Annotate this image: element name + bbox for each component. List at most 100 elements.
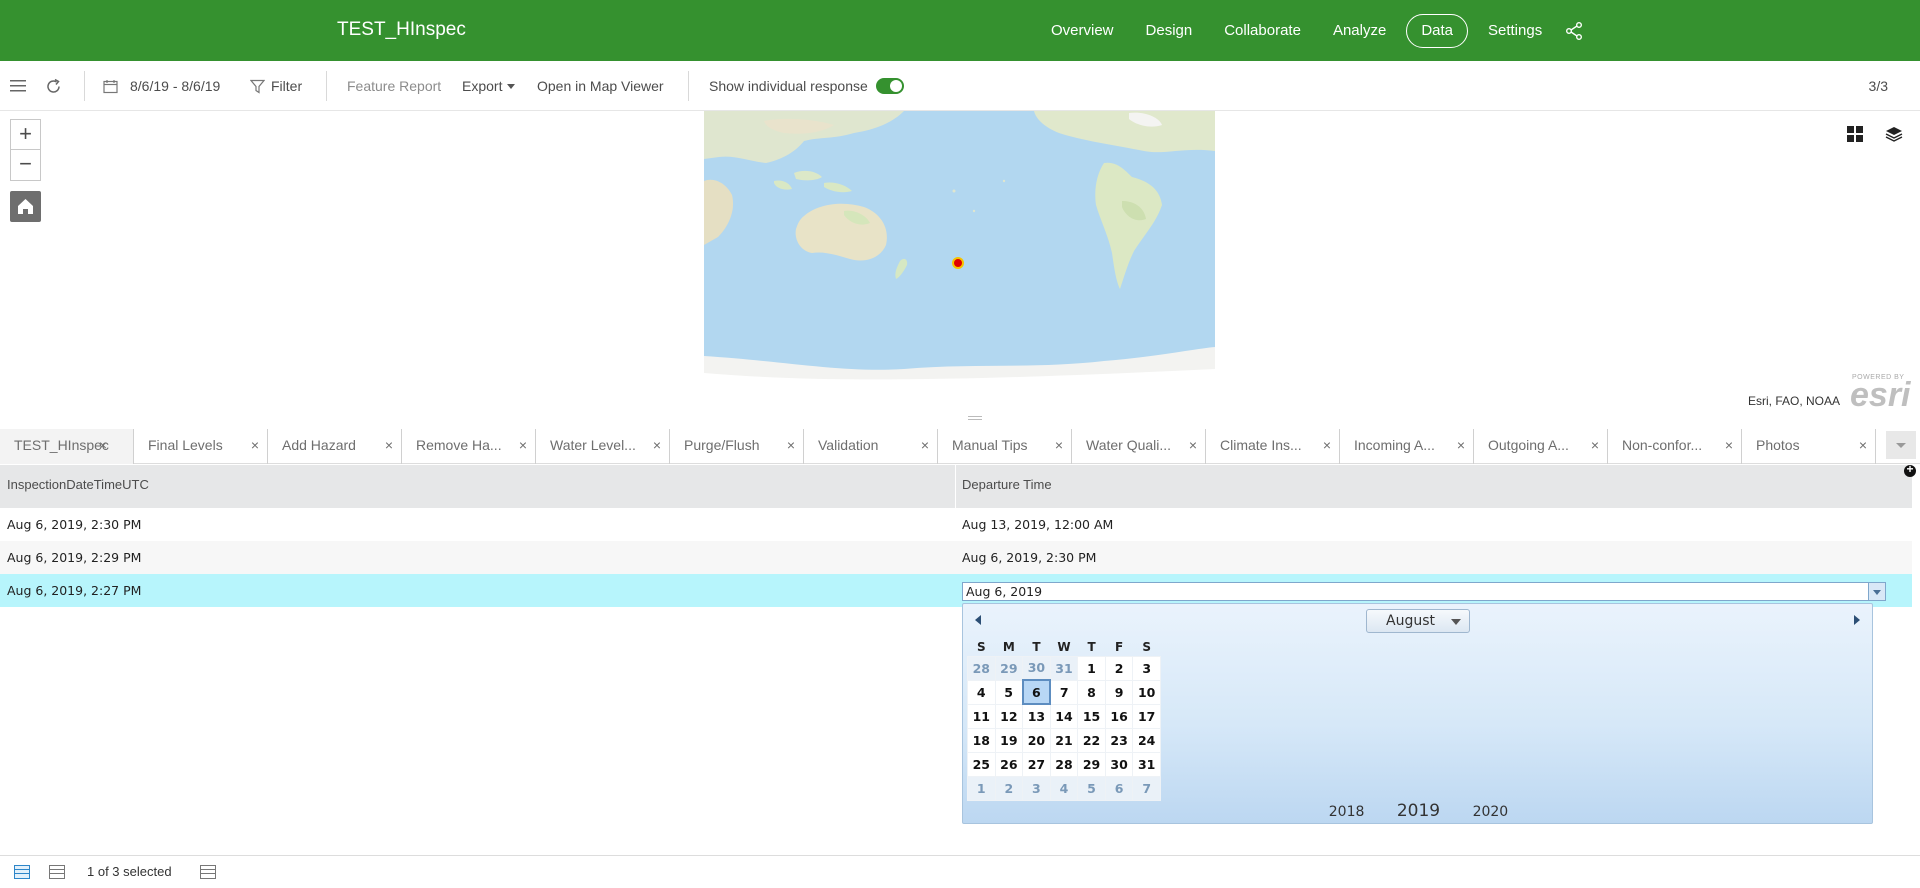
calendar-day[interactable]: 5: [1077, 775, 1106, 801]
calendar-day[interactable]: 23: [1104, 727, 1134, 753]
close-icon[interactable]: ×: [1725, 429, 1733, 461]
calendar-day[interactable]: 13: [1022, 703, 1051, 729]
calendar-day[interactable]: 9: [1104, 679, 1134, 705]
month-select[interactable]: August: [1366, 609, 1470, 633]
refresh-icon[interactable]: [45, 61, 62, 111]
close-icon[interactable]: ×: [1323, 429, 1331, 461]
calendar-day[interactable]: 29: [1077, 751, 1106, 777]
previous-month-icon[interactable]: [975, 615, 981, 625]
nav-analyze[interactable]: Analyze: [1317, 14, 1402, 48]
nav-overview[interactable]: Overview: [1035, 14, 1130, 48]
table-options-icon[interactable]: [200, 865, 216, 879]
map-canvas[interactable]: [704, 111, 1215, 416]
calendar-day[interactable]: 4: [967, 679, 996, 705]
year-previous[interactable]: 2018: [1329, 804, 1365, 820]
close-icon[interactable]: ×: [1591, 429, 1599, 461]
calendar-day[interactable]: 2: [1104, 655, 1134, 681]
calendar-day[interactable]: 28: [967, 655, 996, 681]
calendar-day[interactable]: 7: [1132, 775, 1161, 801]
home-button[interactable]: [10, 191, 41, 222]
next-month-icon[interactable]: [1854, 615, 1860, 625]
filter-button[interactable]: Filter: [250, 61, 302, 111]
calendar-day[interactable]: 14: [1049, 703, 1079, 729]
calendar-day[interactable]: 29: [994, 655, 1024, 681]
calendar-day[interactable]: 1: [967, 775, 996, 801]
tab-5[interactable]: Purge/Flush ×: [670, 429, 804, 464]
calendar-day[interactable]: 19: [994, 727, 1024, 753]
tab-12[interactable]: Non-confor... ×: [1608, 429, 1742, 464]
calendar-day[interactable]: 16: [1104, 703, 1134, 729]
calendar-day[interactable]: 25: [967, 751, 996, 777]
layers-button[interactable]: [1879, 119, 1909, 149]
calendar-day[interactable]: 6: [1104, 775, 1134, 801]
calendar-day[interactable]: 17: [1132, 703, 1161, 729]
nav-collaborate[interactable]: Collaborate: [1208, 14, 1317, 48]
tab-8[interactable]: Water Quali... ×: [1072, 429, 1206, 464]
zoom-in-button[interactable]: +: [11, 120, 40, 150]
close-icon[interactable]: ×: [385, 429, 393, 461]
tab-11[interactable]: Outgoing A... ×: [1474, 429, 1608, 464]
calendar-day[interactable]: 5: [994, 679, 1024, 705]
calendar-day[interactable]: 31: [1132, 751, 1161, 777]
tab-4[interactable]: Water Level... ×: [536, 429, 670, 464]
date-dropdown-button[interactable]: [1868, 583, 1885, 600]
calendar-day[interactable]: 30: [1104, 751, 1134, 777]
calendar-day[interactable]: 20: [1022, 727, 1051, 753]
calendar-day[interactable]: 12: [994, 703, 1024, 729]
close-icon[interactable]: ×: [1189, 429, 1197, 461]
feature-report-button[interactable]: Feature Report: [347, 61, 441, 111]
calendar-day[interactable]: 21: [1049, 727, 1079, 753]
export-button[interactable]: Export: [462, 61, 516, 111]
calendar-day[interactable]: 1: [1077, 655, 1106, 681]
departure-date-input[interactable]: Aug 6, 2019: [962, 582, 1886, 601]
calendar-day[interactable]: 7: [1049, 679, 1079, 705]
calendar-day[interactable]: 28: [1049, 751, 1079, 777]
tab-9[interactable]: Climate Ins... ×: [1206, 429, 1340, 464]
tab-6[interactable]: Validation ×: [804, 429, 938, 464]
close-icon[interactable]: ×: [921, 429, 929, 461]
column-header-departure-time[interactable]: Departure Time: [955, 465, 1052, 508]
calendar-day[interactable]: 22: [1077, 727, 1106, 753]
tab-1[interactable]: Final Levels ×: [134, 429, 268, 464]
calendar-day[interactable]: 24: [1132, 727, 1161, 753]
calendar-day[interactable]: 2: [994, 775, 1024, 801]
show-all-records-icon[interactable]: [14, 865, 30, 879]
close-icon[interactable]: ×: [519, 429, 527, 461]
calendar-day[interactable]: 3: [1022, 775, 1051, 801]
basemap-gallery-button[interactable]: [1840, 119, 1870, 149]
calendar-day[interactable]: 26: [994, 751, 1024, 777]
toggle-switch[interactable]: [875, 78, 904, 94]
show-selected-records-icon[interactable]: [49, 865, 65, 879]
year-current[interactable]: 2019: [1397, 801, 1440, 821]
close-icon[interactable]: ×: [251, 429, 259, 461]
column-header-inspection-date[interactable]: InspectionDateTimeUTC: [0, 465, 149, 508]
close-icon[interactable]: ×: [787, 429, 795, 461]
share-icon[interactable]: [1564, 21, 1584, 41]
close-icon[interactable]: ×: [1055, 429, 1063, 461]
close-icon[interactable]: ×: [1457, 429, 1465, 461]
add-column-icon[interactable]: [1904, 462, 1916, 477]
tab-10[interactable]: Incoming A... ×: [1340, 429, 1474, 464]
map-view[interactable]: + − Esri, FAO, NOAA POWERED BY esri: [0, 111, 1920, 416]
table-row[interactable]: Aug 6, 2019, 2:29 PM Aug 6, 2019, 2:30 P…: [0, 541, 1912, 574]
calendar-day[interactable]: 10: [1132, 679, 1161, 705]
calendar-day[interactable]: 8: [1077, 679, 1106, 705]
tab-overflow-button[interactable]: [1886, 431, 1916, 459]
calendar-day[interactable]: 3: [1132, 655, 1161, 681]
close-icon[interactable]: ×: [653, 429, 661, 461]
open-map-viewer-button[interactable]: Open in Map Viewer: [537, 61, 664, 111]
close-icon[interactable]: ×: [99, 429, 107, 461]
nav-data[interactable]: Data: [1406, 14, 1468, 48]
close-icon[interactable]: ×: [1859, 429, 1867, 461]
calendar-day[interactable]: 27: [1022, 751, 1051, 777]
menu-icon[interactable]: [10, 61, 26, 111]
tab-13[interactable]: Photos ×: [1742, 429, 1876, 464]
calendar-day[interactable]: 31: [1049, 655, 1079, 681]
tab-0[interactable]: TEST_HInspec ×: [0, 429, 134, 464]
nav-settings[interactable]: Settings: [1472, 14, 1558, 48]
calendar-day[interactable]: 4: [1049, 775, 1079, 801]
nav-design[interactable]: Design: [1130, 14, 1209, 48]
year-next[interactable]: 2020: [1473, 804, 1509, 820]
show-individual-toggle[interactable]: Show individual response: [709, 61, 904, 111]
tab-7[interactable]: Manual Tips ×: [938, 429, 1072, 464]
